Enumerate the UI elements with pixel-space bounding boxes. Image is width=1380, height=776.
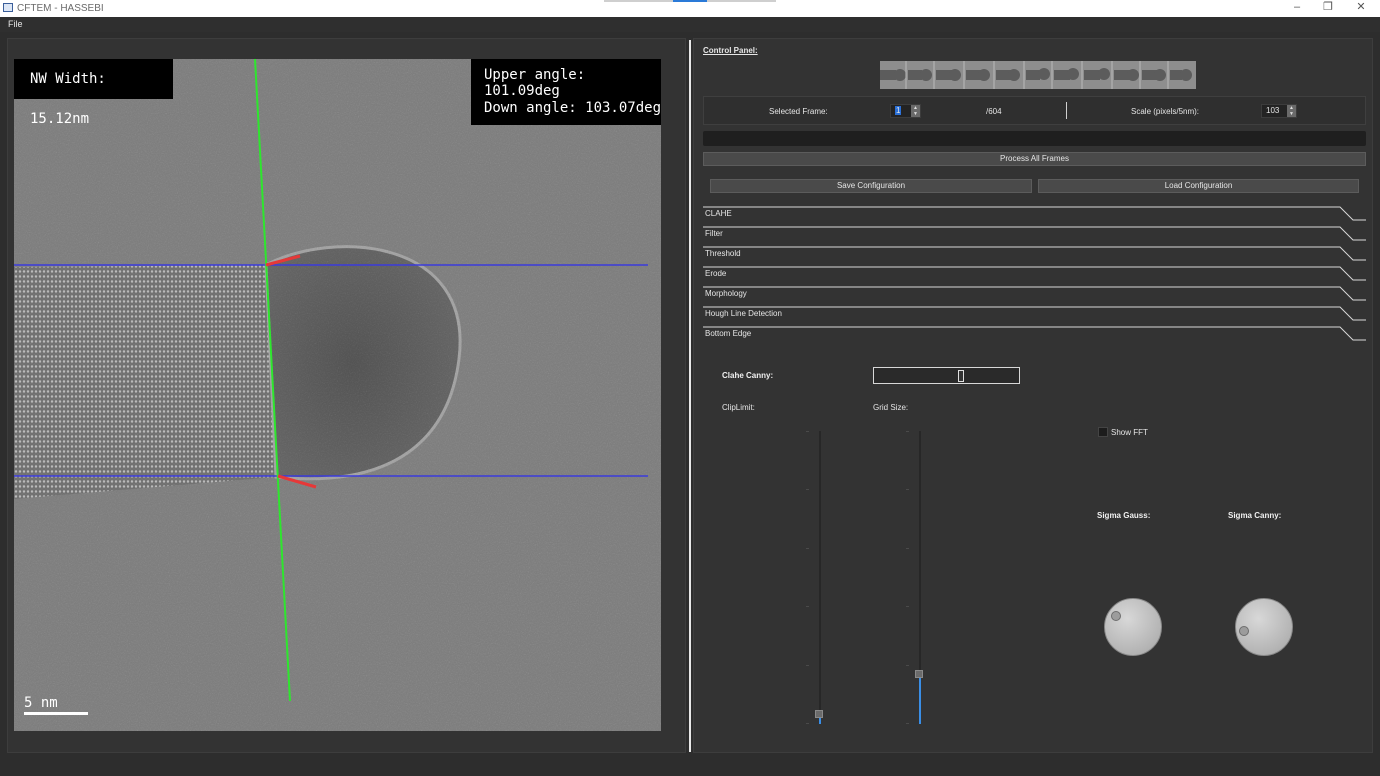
minimize-button[interactable]: – [1282, 0, 1312, 17]
section-hough-label: Hough Line Detection [705, 309, 782, 318]
sigma-canny-dial[interactable] [1235, 598, 1293, 656]
slider-tick [806, 606, 809, 607]
show-fft-label: Show FFT [1111, 428, 1148, 437]
filmstrip-thumbnails [880, 61, 1196, 89]
section-clahe-label: CLAHE [705, 209, 732, 218]
selected-frame-value: 1 [895, 106, 902, 115]
slider-tick [906, 489, 909, 490]
clahe-canny-slider[interactable] [873, 367, 1020, 384]
clip-limit-slider[interactable] [806, 431, 825, 724]
section-tab-outline [703, 326, 1366, 341]
section-hough-line-detection[interactable]: Hough Line Detection [703, 306, 1366, 326]
nw-width-label: NW Width: 15.12nm [14, 59, 173, 127]
slider-tick [806, 489, 809, 490]
section-tab-outline [703, 266, 1366, 281]
section-tab-outline [703, 286, 1366, 301]
slider-tick [806, 431, 809, 432]
sigma-gauss-label: Sigma Gauss: [1097, 511, 1151, 520]
dial-notch [1111, 611, 1121, 621]
scale-bar: 5 nm [24, 695, 88, 715]
section-bottom-edge[interactable]: Bottom Edge [703, 326, 1366, 346]
tem-image-view[interactable]: NW Width: 15.12nm Upper angle: 101.09deg… [14, 59, 661, 731]
section-tab-outline [703, 206, 1366, 221]
slider-tick [906, 548, 909, 549]
frame-settings-row: Selected Frame: 1 ▲ ▼ /604 Scale (pixels/… [703, 96, 1366, 125]
slider-tick [906, 431, 909, 432]
scale-bar-label: 5 nm [24, 695, 58, 711]
show-fft-checkbox[interactable] [1098, 427, 1108, 437]
section-erode-label: Erode [705, 269, 727, 278]
spin-arrows-icon[interactable]: ▲ ▼ [1287, 105, 1296, 117]
upper-angle-label: Upper angle: 101.09deg [484, 67, 586, 99]
slider-tick [806, 548, 809, 549]
section-morphology-label: Morphology [705, 289, 747, 298]
slider-handle[interactable] [815, 710, 823, 718]
maximize-button[interactable]: ❐ [1313, 0, 1343, 17]
slider-fill [819, 718, 821, 724]
angle-readout: Upper angle: 101.09deg Down angle: 103.0… [471, 59, 661, 125]
section-bottom-edge-label: Bottom Edge [705, 329, 752, 338]
processing-progress-bar [703, 131, 1366, 146]
down-angle-label: Down angle: 103.07deg [484, 100, 661, 116]
slider-tick [906, 665, 909, 666]
panel-splitter[interactable] [689, 40, 691, 752]
dial-notch [1239, 626, 1249, 636]
section-threshold[interactable]: Threshold [703, 246, 1366, 266]
frame-total-label: /604 [986, 107, 1002, 116]
row-divider [1066, 102, 1067, 119]
frame-filmstrip[interactable] [880, 61, 1196, 89]
grid-size-slider[interactable] [906, 431, 925, 724]
menu-file[interactable]: File [8, 19, 23, 29]
slider-groove [819, 431, 821, 724]
title-tab-active [673, 0, 707, 2]
slider-tick [806, 723, 809, 724]
section-clahe[interactable]: CLAHE [703, 206, 1366, 226]
title-bar: CFTEM - HASSEBI – ❐ ✕ [0, 0, 1380, 17]
clahe-canny-slider-handle[interactable] [958, 370, 964, 382]
save-configuration-button[interactable]: Save Configuration [710, 179, 1032, 193]
section-tab-outline [703, 306, 1366, 321]
menu-bar: File [0, 17, 1380, 32]
control-panel-title: Control Panel: [703, 46, 758, 55]
selected-frame-spinbox[interactable]: 1 ▲ ▼ [890, 104, 921, 118]
scale-spinbox[interactable]: 103 ▲ ▼ [1261, 104, 1297, 118]
selected-frame-label: Selected Frame: [769, 107, 828, 116]
sigma-canny-label: Sigma Canny: [1228, 511, 1282, 520]
sigma-gauss-dial[interactable] [1104, 598, 1162, 656]
section-tab-outline [703, 246, 1366, 261]
spin-arrows-icon[interactable]: ▲ ▼ [911, 105, 920, 117]
close-button[interactable]: ✕ [1346, 0, 1376, 17]
title-tab-strip [604, 0, 776, 2]
clip-limit-label: ClipLimit: [722, 403, 755, 412]
section-erode[interactable]: Erode [703, 266, 1366, 286]
slider-tick [906, 606, 909, 607]
section-filter[interactable]: Filter [703, 226, 1366, 246]
slider-tick [806, 665, 809, 666]
window-title: CFTEM - HASSEBI [17, 3, 104, 14]
app-icon [3, 3, 13, 12]
load-configuration-button[interactable]: Load Configuration [1038, 179, 1359, 193]
section-morphology[interactable]: Morphology [703, 286, 1366, 306]
status-bar [0, 756, 1380, 776]
slider-fill [919, 678, 921, 724]
scale-bar-line [24, 712, 88, 715]
process-all-frames-button[interactable]: Process All Frames [703, 152, 1366, 166]
clahe-canny-title: Clahe Canny: [722, 371, 774, 380]
grid-size-label: Grid Size: [873, 403, 909, 412]
slider-handle[interactable] [915, 670, 923, 678]
scale-label: Scale (pixels/5nm): [1131, 107, 1200, 116]
slider-tick [906, 723, 909, 724]
section-tab-outline [703, 226, 1366, 241]
scale-value: 103 [1266, 106, 1280, 115]
section-filter-label: Filter [705, 229, 723, 238]
section-threshold-label: Threshold [705, 249, 741, 258]
tem-image [14, 59, 661, 731]
